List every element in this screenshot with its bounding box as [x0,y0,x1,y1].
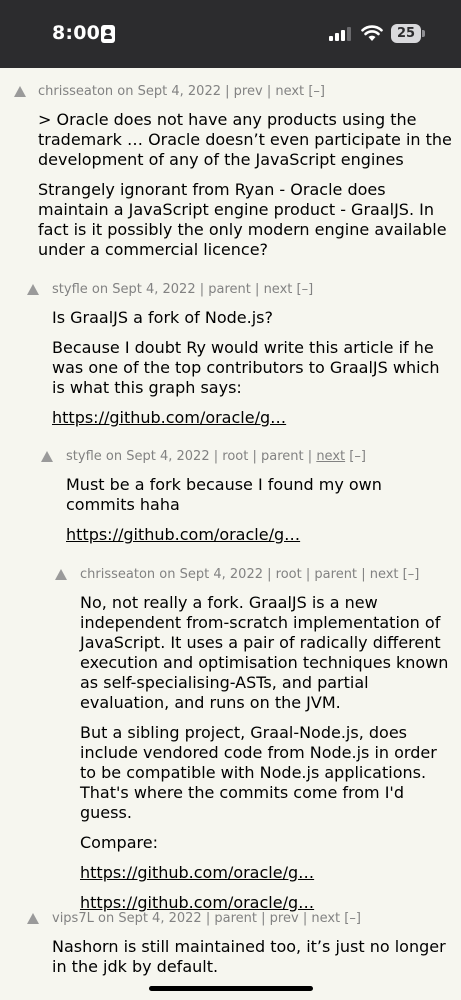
meta-on: on [97,911,115,926]
comment-author[interactable]: styfle [66,449,102,464]
comment-author[interactable]: chrisseaton [80,567,155,582]
comment-paragraph: > Oracle does not have any products usin… [38,110,452,169]
comment-paragraph: Strangely ignorant from Ryan - Oracle do… [38,180,447,259]
parent-link[interactable]: parent [208,282,251,297]
external-link[interactable]: https://github.com/oracle/g… [66,525,300,544]
comment-author[interactable]: styfle [52,282,88,297]
wifi-icon [361,25,383,41]
meta-on: on [117,84,134,99]
next-link[interactable]: next [275,84,304,99]
meta-separator: | [213,449,219,464]
next-link[interactable]: next [370,567,399,582]
meta-separator: | [305,567,311,582]
comment-date[interactable]: Sept 4, 2022 [138,84,221,99]
collapse-toggle[interactable]: [–] [344,911,361,926]
collapse-toggle[interactable]: [–] [349,449,366,464]
meta-separator: | [261,911,266,926]
comment-meta: styfle on Sept 4, 2022 | parent | next [… [52,281,313,299]
comment-date[interactable]: Sept 4, 2022 [118,911,201,926]
external-link[interactable]: https://github.com/oracle/g… [52,408,286,427]
meta-separator: | [205,911,211,926]
comment-date[interactable]: Sept 4, 2022 [180,567,263,582]
next-link[interactable]: next [316,449,345,464]
comment-author[interactable]: chrisseaton [38,84,113,99]
collapse-toggle[interactable]: [–] [308,84,325,99]
next-link[interactable]: next [264,282,293,297]
comment-paragraph: Because I doubt Ry would write this arti… [52,338,440,397]
comment-body: Must be a fork because I found my own co… [66,475,455,555]
upvote-arrow-icon[interactable] [14,86,26,97]
comment-body: No, not really a fork. GraalJS is a new … [80,593,455,923]
upvote-arrow-icon[interactable] [41,451,53,462]
meta-on: on [91,282,109,297]
parent-link[interactable]: parent [314,567,357,582]
comment-paragraph: Nashorn is still maintained too, it’s ju… [52,937,446,976]
comment-meta: chrisseaton on Sept 4, 2022 | prev | nex… [38,83,325,101]
meta-separator: | [225,84,230,99]
home-indicator[interactable] [149,986,313,991]
meta-separator: | [361,567,366,582]
comment-date[interactable]: Sept 4, 2022 [112,282,195,297]
comment-paragraph: Is GraalJS a fork of Node.js? [52,308,273,327]
comment-body: Is GraalJS a fork of Node.js? Because I … [52,308,455,438]
upvote-arrow-icon[interactable] [55,569,67,580]
upvote-arrow-icon[interactable] [27,913,39,924]
comment-body: > Oracle does not have any products usin… [38,110,455,270]
root-link[interactable]: root [276,567,302,582]
prev-link[interactable]: prev [234,84,263,99]
meta-separator: | [199,282,205,297]
comment-body: Nashorn is still maintained too, it’s ju… [52,937,455,987]
meta-separator: | [252,449,257,464]
battery-icon: 25 [391,24,425,43]
comment-meta: chrisseaton on Sept 4, 2022 | root | par… [80,566,419,584]
meta-separator: | [267,567,272,582]
comment-paragraph: No, not really a fork. GraalJS is a new … [80,593,449,712]
parent-link[interactable]: parent [261,449,304,464]
parent-link[interactable]: parent [214,911,257,926]
comment-paragraph: Must be a fork because I found my own co… [66,475,382,514]
meta-separator: | [266,84,272,99]
comment-paragraph: But a sibling project, Graal-Node.js, do… [80,723,437,822]
meta-on: on [105,449,123,464]
status-time: 8:00 [52,22,101,44]
root-link[interactable]: root [222,449,248,464]
status-bar: 8:00 25 [0,0,461,68]
meta-separator: | [255,282,260,297]
prev-link[interactable]: prev [270,911,299,926]
comment-meta: vips7L on Sept 4, 2022 | parent | prev |… [52,910,361,928]
next-link[interactable]: next [311,911,340,926]
collapse-toggle[interactable]: [–] [297,282,314,297]
upvote-arrow-icon[interactable] [27,284,39,295]
comment-paragraph: Compare: [80,833,158,852]
meta-separator: | [307,449,313,464]
cellular-signal-icon [329,27,353,41]
comment-meta: styfle on Sept 4, 2022 | root | parent |… [66,448,366,466]
external-link[interactable]: https://github.com/oracle/g… [80,863,314,882]
comment-author[interactable]: vips7L [52,911,94,926]
meta-on: on [159,567,176,582]
meta-separator: | [302,911,308,926]
contact-card-icon [101,25,115,43]
comment-date[interactable]: Sept 4, 2022 [126,449,209,464]
collapse-toggle[interactable]: [–] [403,567,420,582]
